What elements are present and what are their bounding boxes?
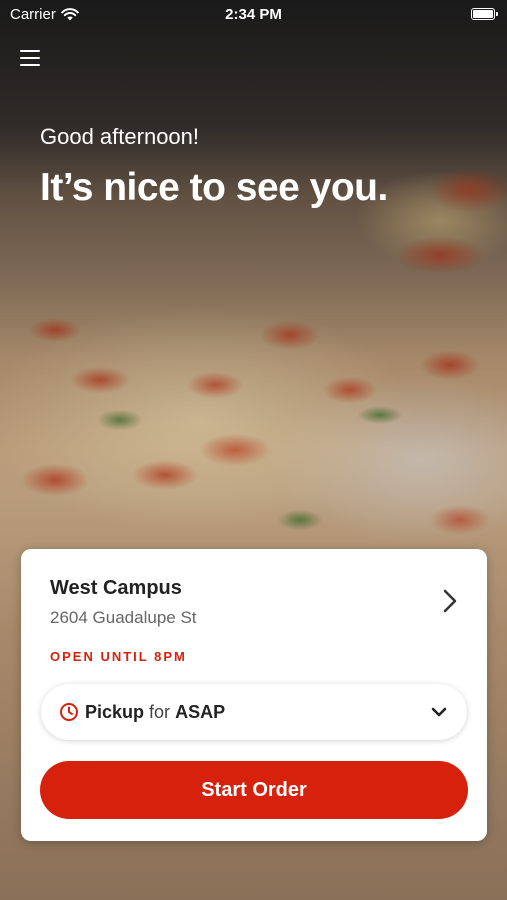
chevron-right-icon [443,589,457,613]
start-order-button[interactable]: Start Order [40,761,468,819]
pickup-time-selector[interactable]: Pickup for ASAP [41,684,467,740]
store-name: West Campus [50,577,182,599]
status-bar: Carrier 2:34 PM [0,0,507,30]
status-time: 2:34 PM [225,6,282,23]
store-selector[interactable]: West Campus 2604 Guadalupe St [50,577,463,637]
time-option-label: ASAP [175,701,226,722]
menu-line [20,50,40,52]
menu-line [20,64,40,66]
connector-label: for [149,701,171,722]
order-type-label: Pickup [85,701,145,722]
hamburger-menu-icon[interactable] [20,48,42,68]
store-hours-status: OPEN UNTIL 8PM [50,649,187,664]
clock-icon [60,703,78,721]
greeting-text: Good afternoon! [40,124,200,149]
battery-fill [473,10,493,18]
home-screen: Carrier 2:34 PM Good afternoon! It’s nic… [0,0,507,900]
headline-text: It’s nice to see you. [40,166,388,209]
chevron-down-icon [431,707,447,717]
menu-line [20,57,40,59]
battery-icon [471,8,498,20]
pickup-summary: Pickup for ASAP [85,702,431,723]
store-card: West Campus 2604 Guadalupe St OPEN UNTIL… [21,549,487,841]
store-address: 2604 Guadalupe St [50,608,197,627]
